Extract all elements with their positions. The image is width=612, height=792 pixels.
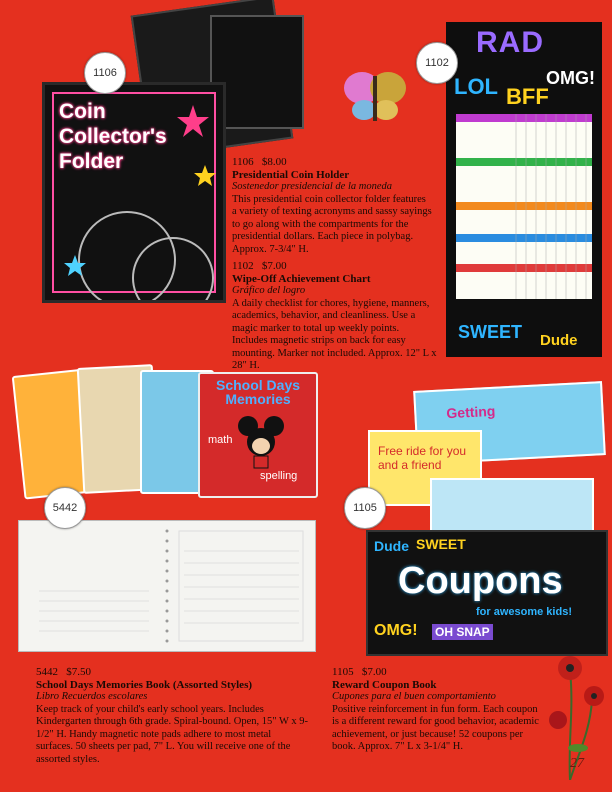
item-title: Reward Coupon Book bbox=[332, 678, 437, 691]
item-body: Keep track of your child's early school … bbox=[36, 703, 308, 765]
item-badge-1106: 1106 bbox=[84, 52, 126, 94]
open-memories-book-image bbox=[18, 520, 316, 652]
coupon-free-ride: Free ride for you and a friend bbox=[378, 444, 467, 472]
coupon-word-sweet: SWEET bbox=[416, 536, 466, 552]
chart-word-sweet: SWEET bbox=[458, 322, 523, 342]
coupon-back-3 bbox=[430, 478, 594, 534]
item-badge-1105: 1105 bbox=[344, 487, 386, 529]
item-subtitle: Cupones para el buen comportamiento bbox=[332, 691, 496, 702]
item-description-1105: 1105 $7.00 Reward Coupon Book Cupones pa… bbox=[332, 666, 542, 754]
chart-grid bbox=[456, 114, 592, 299]
coin-folder-title: Coin Collector's Folder bbox=[59, 100, 167, 173]
school-days-word-spelling: spelling bbox=[260, 470, 298, 482]
item-number-price: 1102 $7.00 bbox=[232, 260, 287, 272]
chart-word-rad: RAD bbox=[476, 26, 544, 59]
item-body: This presidential coin collector folder … bbox=[232, 193, 432, 255]
item-subtitle: Gráfico del logro bbox=[232, 285, 306, 296]
achievement-chart-image: RAD LOL BFF OMG! SWEET Dude bbox=[446, 22, 602, 357]
cartoon-mouse-icon bbox=[238, 416, 284, 469]
item-badge-1102: 1102 bbox=[416, 42, 458, 84]
item-description-1106: 1106 $8.00 Presidential Coin Holder Sost… bbox=[232, 156, 432, 256]
coupon-word-dude: Dude bbox=[374, 538, 409, 554]
item-title: School Days Memories Book (Assorted Styl… bbox=[36, 678, 253, 691]
chart-word-lol: LOL bbox=[454, 74, 498, 99]
butterfly-icon bbox=[344, 72, 406, 121]
item-number-price: 5442 $7.50 bbox=[36, 666, 91, 678]
item-description-5442: 5442 $7.50 School Days Memories Book (As… bbox=[36, 666, 308, 766]
chart-word-omg: OMG! bbox=[546, 68, 595, 88]
page-number: 27 bbox=[570, 756, 584, 771]
school-days-book-cover: School Days Memories math spelling bbox=[198, 372, 318, 498]
item-subtitle: Libro Recuerdos escolares bbox=[36, 691, 148, 702]
chart-word-bff: BFF bbox=[506, 84, 549, 109]
coupon-tagline: for awesome kids! bbox=[476, 606, 572, 618]
chart-word-dude: Dude bbox=[540, 332, 578, 349]
coupon-word-getting: Getting bbox=[445, 402, 496, 422]
item-body: Positive reinforcement in fun form. Each… bbox=[332, 703, 539, 753]
coupon-word-oh-snap: OH SNAP bbox=[432, 624, 493, 640]
coupon-word-omg: OMG! bbox=[374, 622, 418, 639]
item-number-price: 1106 $8.00 bbox=[232, 156, 287, 168]
open-book-lines bbox=[39, 529, 304, 643]
coin-collector-folder-image: Coin Collector's Folder bbox=[42, 82, 226, 319]
coupons-title: Coupons bbox=[398, 560, 563, 602]
item-badge-5442: 5442 bbox=[44, 487, 86, 529]
item-title: Presidential Coin Holder bbox=[232, 168, 350, 181]
item-description-1102: 1102 $7.00 Wipe-Off Achievement Chart Gr… bbox=[232, 260, 437, 373]
school-days-title: School Days Memories bbox=[215, 377, 301, 407]
item-subtitle: Sostenedor presidencial de la moneda bbox=[232, 181, 392, 192]
item-number-price: 1105 $7.00 bbox=[332, 666, 387, 678]
item-body: A daily checklist for chores, hygiene, m… bbox=[232, 297, 437, 372]
school-days-word-math: math bbox=[208, 434, 233, 446]
item-title: Wipe-Off Achievement Chart bbox=[232, 272, 371, 285]
